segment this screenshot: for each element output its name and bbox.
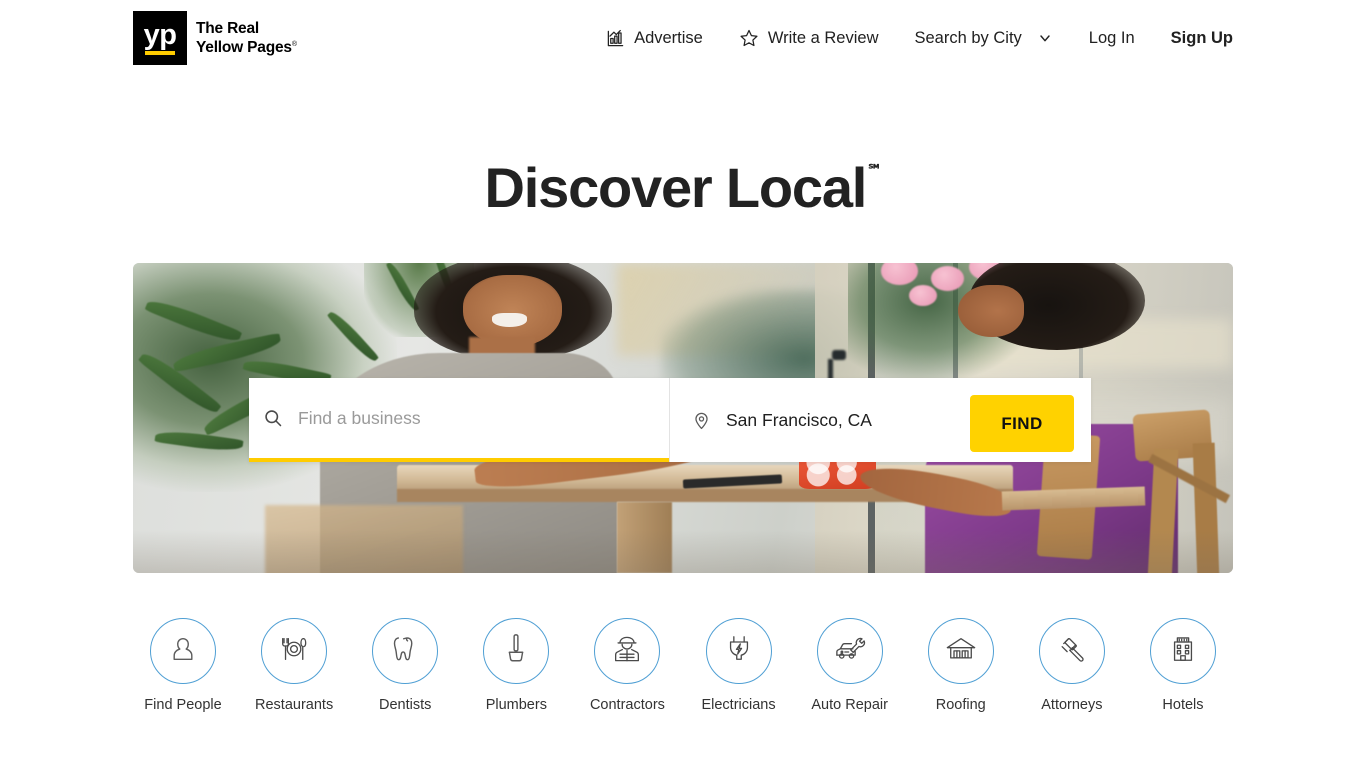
nav-label-search-by-city: Search by City [914,28,1022,47]
nav-item-write-a-review[interactable]: Write a Review [739,28,879,48]
category-icon-circle [1149,618,1216,684]
category-icon-circle [816,618,883,684]
category-icon-circle [372,618,439,684]
main-navigation: Advertise Write a Review Search by City [606,0,1233,76]
car-wrench-icon [834,634,866,669]
logo-yellow-bar [145,51,175,56]
logo-line-1: The Real [196,19,260,37]
category-roofing[interactable]: Roofing [911,618,1011,713]
nav-item-search-by-city[interactable]: Search by City [915,29,1053,48]
logo-registered-mark: ® [291,40,297,48]
category-auto-repair[interactable]: Auto Repair [800,618,900,713]
page-title-text: Discover Local [484,156,868,219]
nav-label-sign-up: Sign Up [1170,28,1233,47]
category-icon-circle [483,618,550,684]
category-attorneys[interactable]: Attorneys [1022,618,1122,713]
logo-mark: yp [133,11,187,65]
search-input[interactable] [298,407,669,429]
category-shortcuts: Find People Restaurants Dentists Plumber… [133,618,1233,713]
nav-item-advertise[interactable]: Advertise [606,29,703,48]
category-plumbers[interactable]: Plumbers [466,618,566,713]
plug-bolt-icon [725,634,753,669]
category-dentists[interactable]: Dentists [355,618,455,713]
tooth-icon [391,634,419,669]
site-header: yp The Real Yellow Pages® Advertise Writ… [0,0,1366,76]
category-find-people[interactable]: Find People [133,618,233,713]
category-restaurants[interactable]: Restaurants [244,618,344,713]
category-label: Electricians [701,697,776,713]
category-icon-circle [150,618,216,684]
plunger-icon [503,633,529,670]
gavel-icon [1057,634,1087,669]
category-label: Dentists [379,697,432,713]
nav-label-advertise: Advertise [634,28,703,47]
category-hotels[interactable]: Hotels [1133,618,1233,713]
category-icon-circle [594,618,661,684]
category-icon-circle [705,618,772,684]
nav-item-sign-up[interactable]: Sign Up [1171,29,1233,48]
hard-hat-worker-icon [612,634,642,669]
logo-mark-text: yp [143,18,177,51]
category-contractors[interactable]: Contractors [577,618,677,713]
house-roof-icon [945,635,977,668]
category-label: Auto Repair [811,697,888,713]
category-electricians[interactable]: Electricians [689,618,789,713]
category-label: Plumbers [485,697,547,713]
map-pin-icon [692,411,711,430]
service-mark: ℠ [867,162,883,180]
category-label: Roofing [935,697,986,713]
logo-line-2: Yellow Pages [196,39,292,56]
nav-label-log-in: Log In [1088,28,1135,47]
search-icon [263,408,283,428]
chevron-down-icon [1037,30,1053,46]
yp-logo[interactable]: yp The Real Yellow Pages® [133,11,297,65]
category-label: Find People [144,697,222,713]
category-label: Contractors [589,697,665,713]
search-bar: FIND [249,378,1091,462]
page-title: Discover Local℠ [0,160,1366,216]
hotel-building-icon [1169,634,1197,669]
star-outline-icon [739,28,759,48]
category-icon-circle [1038,618,1105,684]
category-label: Attorneys [1041,697,1103,713]
category-icon-circle [261,618,328,684]
find-button[interactable]: FIND [970,395,1074,452]
nav-item-log-in[interactable]: Log In [1089,29,1135,48]
bar-chart-growth-icon [606,29,625,48]
person-icon [168,634,198,669]
category-label: Hotels [1162,697,1204,713]
category-icon-circle [927,618,994,684]
business-search-field[interactable] [249,378,669,462]
logo-wordmark: The Real Yellow Pages® [196,19,297,58]
page-root: yp The Real Yellow Pages® Advertise Writ… [0,0,1366,768]
category-label: Restaurants [255,697,334,713]
nav-label-write-a-review: Write a Review [767,28,879,47]
fork-plate-knife-icon [278,633,310,670]
